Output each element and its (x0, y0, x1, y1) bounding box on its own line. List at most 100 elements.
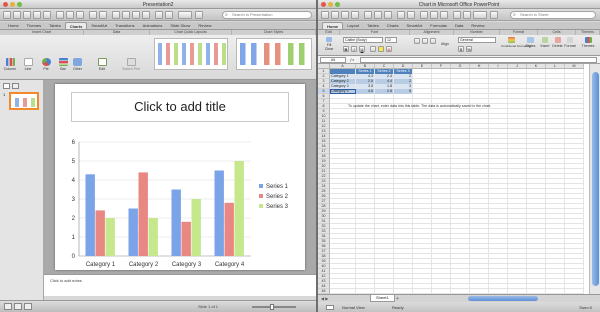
style-thumb-2[interactable] (264, 43, 286, 65)
xl-help-icon[interactable] (490, 11, 498, 19)
sort-icon[interactable] (430, 11, 438, 19)
redo-icon[interactable] (99, 11, 107, 19)
xl-tab-tables[interactable]: Tables (363, 22, 383, 29)
tab-tables[interactable]: Tables (45, 22, 65, 29)
tab-smartart[interactable]: SmartArt (87, 22, 111, 29)
font-color-icon[interactable]: A (386, 46, 392, 52)
styles-button[interactable]: Styles (524, 37, 537, 48)
vertical-scrollbar[interactable] (589, 64, 600, 294)
xl-cut-icon[interactable] (364, 11, 372, 19)
tab-home[interactable]: Home (4, 22, 23, 29)
xl-save-icon[interactable] (341, 11, 349, 19)
cut-icon[interactable] (56, 11, 64, 19)
font-size-select[interactable]: 12 (385, 37, 397, 43)
layout-thumb-3[interactable] (206, 43, 226, 65)
table-cell[interactable]: 5 (394, 89, 412, 94)
bold-button[interactable]: B (343, 46, 349, 52)
paste-icon[interactable] (76, 11, 84, 19)
font-name-select[interactable]: Calibri (Body) (343, 37, 383, 43)
xl-tab-formulas[interactable]: Formulas (426, 22, 451, 29)
sheet-nav-arrows[interactable]: ◀ ▶ (321, 296, 328, 301)
switch-plot-button[interactable]: Switch Plot (116, 58, 146, 71)
clear-button[interactable]: Clear (320, 47, 338, 51)
horizontal-scroll-thumb[interactable] (468, 296, 538, 301)
undo-icon[interactable] (89, 11, 97, 19)
sheet-tab-sheet1[interactable]: Sheet1 (370, 295, 395, 302)
active-cell-a5[interactable] (330, 89, 356, 94)
percent-icon[interactable]: % (466, 46, 472, 52)
chart[interactable]: 0 1 2 3 4 5 6 Category 1 Category 2 Category 3 Cat… (55, 84, 305, 270)
table-icon[interactable] (122, 11, 130, 19)
bar-chart-button[interactable]: Bar (56, 58, 70, 71)
align-button[interactable]: Align (438, 42, 452, 46)
xl-tab-layout[interactable]: Layout (343, 22, 363, 29)
xl-copy-icon[interactable] (374, 11, 382, 19)
tab-themes[interactable]: Themes (23, 22, 45, 29)
xl-tab-data[interactable]: Data (451, 22, 467, 29)
sorter-view-icon[interactable] (14, 303, 22, 310)
fill-button[interactable]: Fill (320, 37, 338, 47)
xl-open-icon[interactable] (331, 11, 339, 19)
normal-view-button[interactable] (326, 305, 334, 310)
table-cell[interactable]: 4.5 (356, 89, 374, 94)
notes-pane[interactable]: Click to add notes (44, 274, 316, 296)
themes-button[interactable]: Themes (577, 37, 599, 48)
outline-view-icon[interactable] (12, 83, 19, 89)
toolbox-icon[interactable] (165, 11, 173, 19)
print-icon[interactable] (43, 11, 51, 19)
slide-thumbnail-1[interactable] (9, 92, 39, 110)
save-icon[interactable] (33, 11, 41, 19)
layout-thumb-1[interactable] (158, 43, 178, 65)
tab-charts[interactable]: Charts (64, 22, 88, 29)
gallery-icon[interactable] (155, 11, 163, 19)
xl-tab-home[interactable]: Home (322, 22, 344, 29)
function-icon[interactable]: ƒx (350, 57, 354, 62)
fill-color-icon[interactable] (378, 46, 384, 52)
autosum-icon[interactable] (420, 11, 428, 19)
xl-redo-icon[interactable] (407, 11, 415, 19)
pie-chart-button[interactable]: Pie (38, 58, 54, 71)
template-icon[interactable] (13, 11, 21, 19)
open-icon[interactable] (23, 11, 31, 19)
edit-data-button[interactable]: Edit (92, 58, 112, 71)
line-chart-button[interactable]: Line (20, 58, 36, 71)
normal-view-icon[interactable] (4, 303, 12, 310)
layout-thumb-2[interactable] (182, 43, 202, 65)
insert-button[interactable]: Insert (539, 37, 551, 48)
tab-review[interactable]: Review (194, 22, 215, 29)
xl-paste-icon[interactable] (384, 11, 392, 19)
borders-icon[interactable] (370, 46, 376, 52)
xl-print-icon[interactable] (351, 11, 359, 19)
vertical-scroll-thumb[interactable] (592, 72, 599, 286)
number-format-select[interactable]: General (458, 37, 496, 43)
chart-styles-gallery[interactable] (236, 38, 312, 70)
help-icon[interactable] (195, 11, 203, 19)
new-icon[interactable] (3, 11, 11, 19)
name-box[interactable]: A5 (320, 57, 346, 63)
format-button[interactable]: Format (564, 37, 576, 48)
other-chart-button[interactable]: Other (71, 58, 84, 71)
xl-undo-icon[interactable] (397, 11, 405, 19)
xl-new-icon[interactable] (321, 11, 329, 19)
zoom-slider-thumb[interactable] (270, 304, 274, 310)
slide[interactable]: Click to add title 0 1 2 3 4 5 6 Category 1 Cate… (55, 84, 305, 270)
underline-button[interactable]: U (359, 46, 365, 52)
column-chart-button[interactable]: Column (2, 58, 18, 71)
picture-icon[interactable] (132, 11, 140, 19)
xl-tab-charts[interactable]: Charts (383, 22, 403, 29)
spreadsheet-grid[interactable]: A B C D E F G H I J K L M 1 2 3 4 5 6 7 8 9 10 11 12 13 14 15 16 17 18… (318, 64, 589, 294)
quick-layouts-gallery[interactable] (154, 38, 228, 70)
style-thumb-1[interactable] (240, 43, 262, 65)
align-right-icon[interactable] (430, 38, 436, 44)
table-cell[interactable]: 2.8 (375, 89, 393, 94)
media-icon[interactable] (142, 11, 150, 19)
align-left-icon[interactable] (414, 38, 420, 44)
filter-icon[interactable] (440, 11, 448, 19)
formula-input[interactable] (360, 57, 597, 63)
xl-search-input[interactable]: ⌕ Search in Sheet (510, 11, 596, 19)
xl-tab-review[interactable]: Review (467, 22, 488, 29)
tab-transitions[interactable]: Transitions (111, 22, 138, 29)
tab-slide-show[interactable]: Slide Show (166, 22, 194, 29)
gallery-icon-xl[interactable] (453, 11, 461, 19)
slides-view-icon[interactable] (3, 83, 10, 89)
